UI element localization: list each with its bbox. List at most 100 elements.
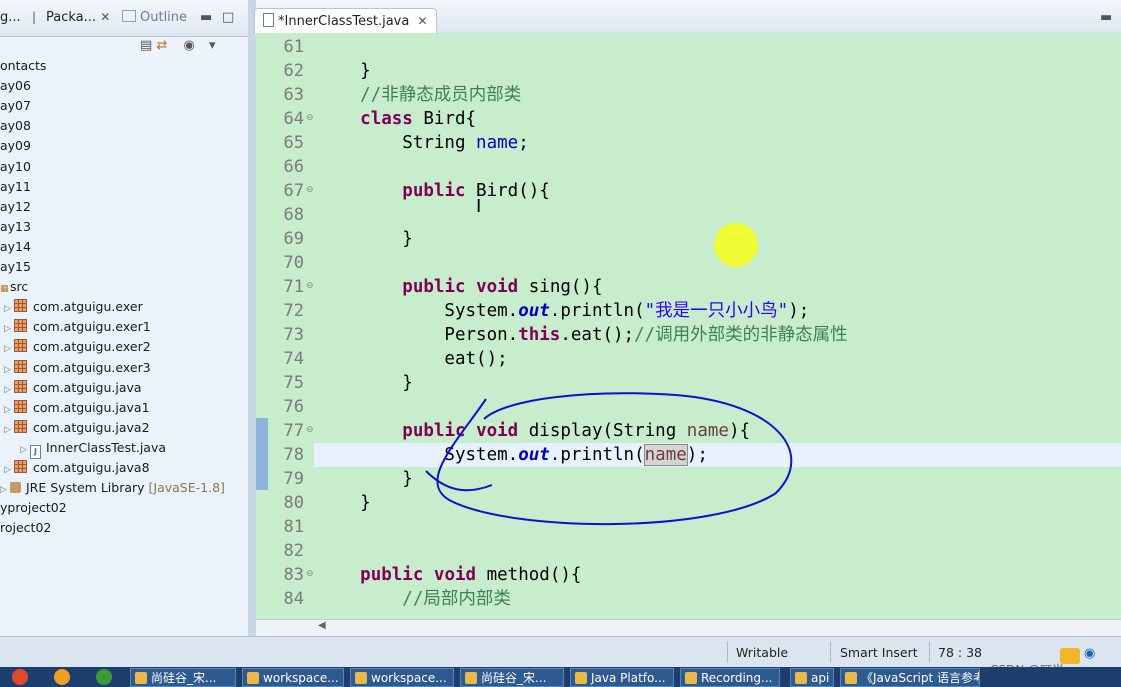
start-icon[interactable] [12, 669, 28, 685]
minimize-icon[interactable]: ▬ [200, 10, 212, 25]
tree-item-folder[interactable]: ay06 [0, 76, 31, 96]
collapse-all-icon[interactable]: ▤ [140, 38, 152, 53]
expand-arrow-icon[interactable]: ▷ [4, 400, 14, 420]
close-icon[interactable]: ✕ [417, 14, 427, 28]
taskbar-item[interactable]: workspace... [350, 668, 454, 687]
taskbar-item-label: 《JavaScript 语言参考... [861, 671, 979, 685]
tab-package-explorer[interactable]: Packa... ✕ [46, 10, 110, 25]
tree-item-folder[interactable]: ay12 [0, 197, 31, 217]
tree-item-file[interactable]: ▷ J InnerClassTest.java [20, 438, 166, 460]
tree-item-package[interactable]: ▷ com.atguigu.java [4, 378, 142, 398]
source-folder-icon: ▦ [0, 284, 9, 295]
scroll-left-icon[interactable]: ◀ [318, 620, 326, 631]
taskbar-item[interactable]: 《JavaScript 语言参考... [840, 668, 980, 687]
tree-item-label: com.atguigu.exer3 [33, 359, 151, 375]
expand-arrow-icon[interactable]: ▷ [4, 319, 14, 339]
tree-item-label: JRE System Library [26, 480, 145, 496]
expand-arrow-icon[interactable]: ▷ [20, 440, 30, 460]
ime-icon[interactable] [1060, 648, 1080, 664]
expand-arrow-icon[interactable]: ▷ [0, 480, 10, 500]
filter-icon[interactable]: ◉ [183, 38, 194, 53]
insert-mode-status: Smart Insert [840, 645, 918, 660]
package-icon [14, 319, 27, 333]
taskbar-item-label: Recording... [701, 671, 773, 685]
expand-arrow-icon[interactable]: ▷ [4, 420, 14, 440]
tree-item-label: com.atguigu.java1 [33, 399, 150, 415]
tree-item-folder[interactable]: ontacts [0, 56, 46, 76]
package-icon [14, 359, 27, 373]
expand-arrow-icon[interactable]: ▷ [4, 460, 14, 480]
maximize-icon[interactable]: □ [222, 10, 234, 25]
app-icon [685, 672, 697, 684]
tree-item-package[interactable]: ▷ com.atguigu.exer1 [4, 317, 151, 337]
panel-divider [248, 0, 256, 636]
quicklaunch-icon-2[interactable] [96, 669, 112, 685]
java-file-icon: J [30, 444, 41, 459]
package-icon [14, 379, 27, 393]
tree-item-label: com.atguigu.exer1 [33, 319, 151, 335]
tree-item-label: yproject02 [0, 500, 67, 516]
tree-item-jre[interactable]: ▷ JRE System Library [JavaSE-1.8] [0, 478, 225, 498]
tree-item-folder[interactable]: roject02 [0, 518, 51, 538]
writable-status: Writable [736, 645, 789, 660]
tree-item-package[interactable]: ▷ com.atguigu.java2 [4, 418, 150, 438]
tree-item-folder[interactable]: ay07 [0, 96, 31, 116]
tree-item-folder[interactable]: ay09 [0, 136, 31, 156]
package-icon [14, 460, 27, 473]
editor-minimize-icon[interactable]: ▬ [1100, 10, 1112, 25]
outline-icon [122, 10, 136, 22]
package-icon [14, 339, 27, 353]
tree-item-package[interactable]: ▷ com.atguigu.exer [4, 297, 143, 317]
taskbar-item[interactable]: 尚硅谷_宋... [460, 668, 564, 687]
quicklaunch-icon-1[interactable] [54, 669, 70, 685]
tree-item-label: com.atguigu.java2 [33, 419, 150, 435]
taskbar-item[interactable]: workspace... [242, 668, 344, 687]
expand-arrow-icon[interactable]: ▷ [4, 299, 14, 319]
horizontal-scrollbar[interactable]: ◀ [256, 619, 1121, 637]
tree-item-label: com.atguigu.java [33, 379, 142, 395]
tree-item-folder[interactable]: ay11 [0, 177, 31, 197]
app-icon [247, 672, 259, 684]
app-icon [135, 672, 147, 684]
package-icon [14, 419, 27, 433]
taskbar-item[interactable]: 尚硅谷_宋... [130, 668, 236, 687]
tree-item-folder[interactable]: yproject02 [0, 498, 67, 518]
expand-arrow-icon[interactable]: ▷ [4, 360, 14, 380]
view-menu-icon[interactable]: ▾ [209, 38, 216, 53]
tree-item-folder[interactable]: ay10 [0, 157, 31, 177]
status-bar: Writable Smart Insert 78 : 38 CSDN @叮当… … [0, 636, 1121, 677]
tree-item-label: ay08 [0, 118, 31, 134]
tab-innerclasstest[interactable]: *InnerClassTest.java ✕ [254, 8, 437, 34]
link-editor-icon[interactable]: ⇄ [156, 38, 167, 53]
tree-item-package[interactable]: ▷ com.atguigu.java8 [4, 458, 150, 478]
tree-item-label: roject02 [0, 520, 52, 536]
tree-item-folder[interactable]: ay15 [0, 257, 31, 277]
library-icon [10, 482, 21, 494]
expand-arrow-icon[interactable]: ▷ [4, 339, 14, 359]
tree-item-src[interactable]: ▦src [0, 277, 28, 297]
tree-item-package[interactable]: ▷ com.atguigu.exer2 [4, 337, 151, 357]
hand-drawn-circle-annotation [436, 392, 793, 526]
taskbar-item[interactable]: api [790, 668, 834, 687]
ime-language-icon[interactable]: ◉ [1084, 646, 1095, 661]
taskbar-item[interactable]: Recording... [680, 668, 780, 687]
tree-item-suffix: [JavaSE-1.8] [148, 480, 225, 496]
tab-navigator[interactable]: g... [0, 10, 21, 25]
taskbar-item[interactable]: Java Platfo... [570, 668, 674, 687]
close-icon[interactable]: ✕ [100, 10, 110, 24]
package-icon [14, 399, 27, 413]
tree-item-folder[interactable]: ay08 [0, 116, 31, 136]
tab-outline[interactable]: Outline [122, 10, 187, 25]
taskbar-item-label: workspace... [371, 671, 447, 685]
tree-item-folder[interactable]: ay13 [0, 217, 31, 237]
taskbar-item-label: Java Platfo... [591, 671, 666, 685]
expand-arrow-icon[interactable]: ▷ [4, 380, 14, 400]
tree-item-label: ay10 [0, 158, 31, 174]
tree-item-package[interactable]: ▷ com.atguigu.java1 [4, 398, 150, 418]
tree-item-label: ay07 [0, 98, 31, 114]
code-editor[interactable]: 61 62 63 64 ⊖ 65 66 67 ⊖ 68 69 70 71 ⊖ 72 73 74 75 76 77 ⊖ 78… [256, 33, 1121, 619]
tree-item-package[interactable]: ▷ com.atguigu.exer3 [4, 358, 151, 378]
package-explorer-panel: g... | Packa... ✕ Outline ▬ □ ▤ ⇄ ◉ ▾ on… [0, 0, 248, 636]
tree-item-folder[interactable]: ay14 [0, 237, 31, 257]
tree-item-label: ay14 [0, 238, 31, 254]
